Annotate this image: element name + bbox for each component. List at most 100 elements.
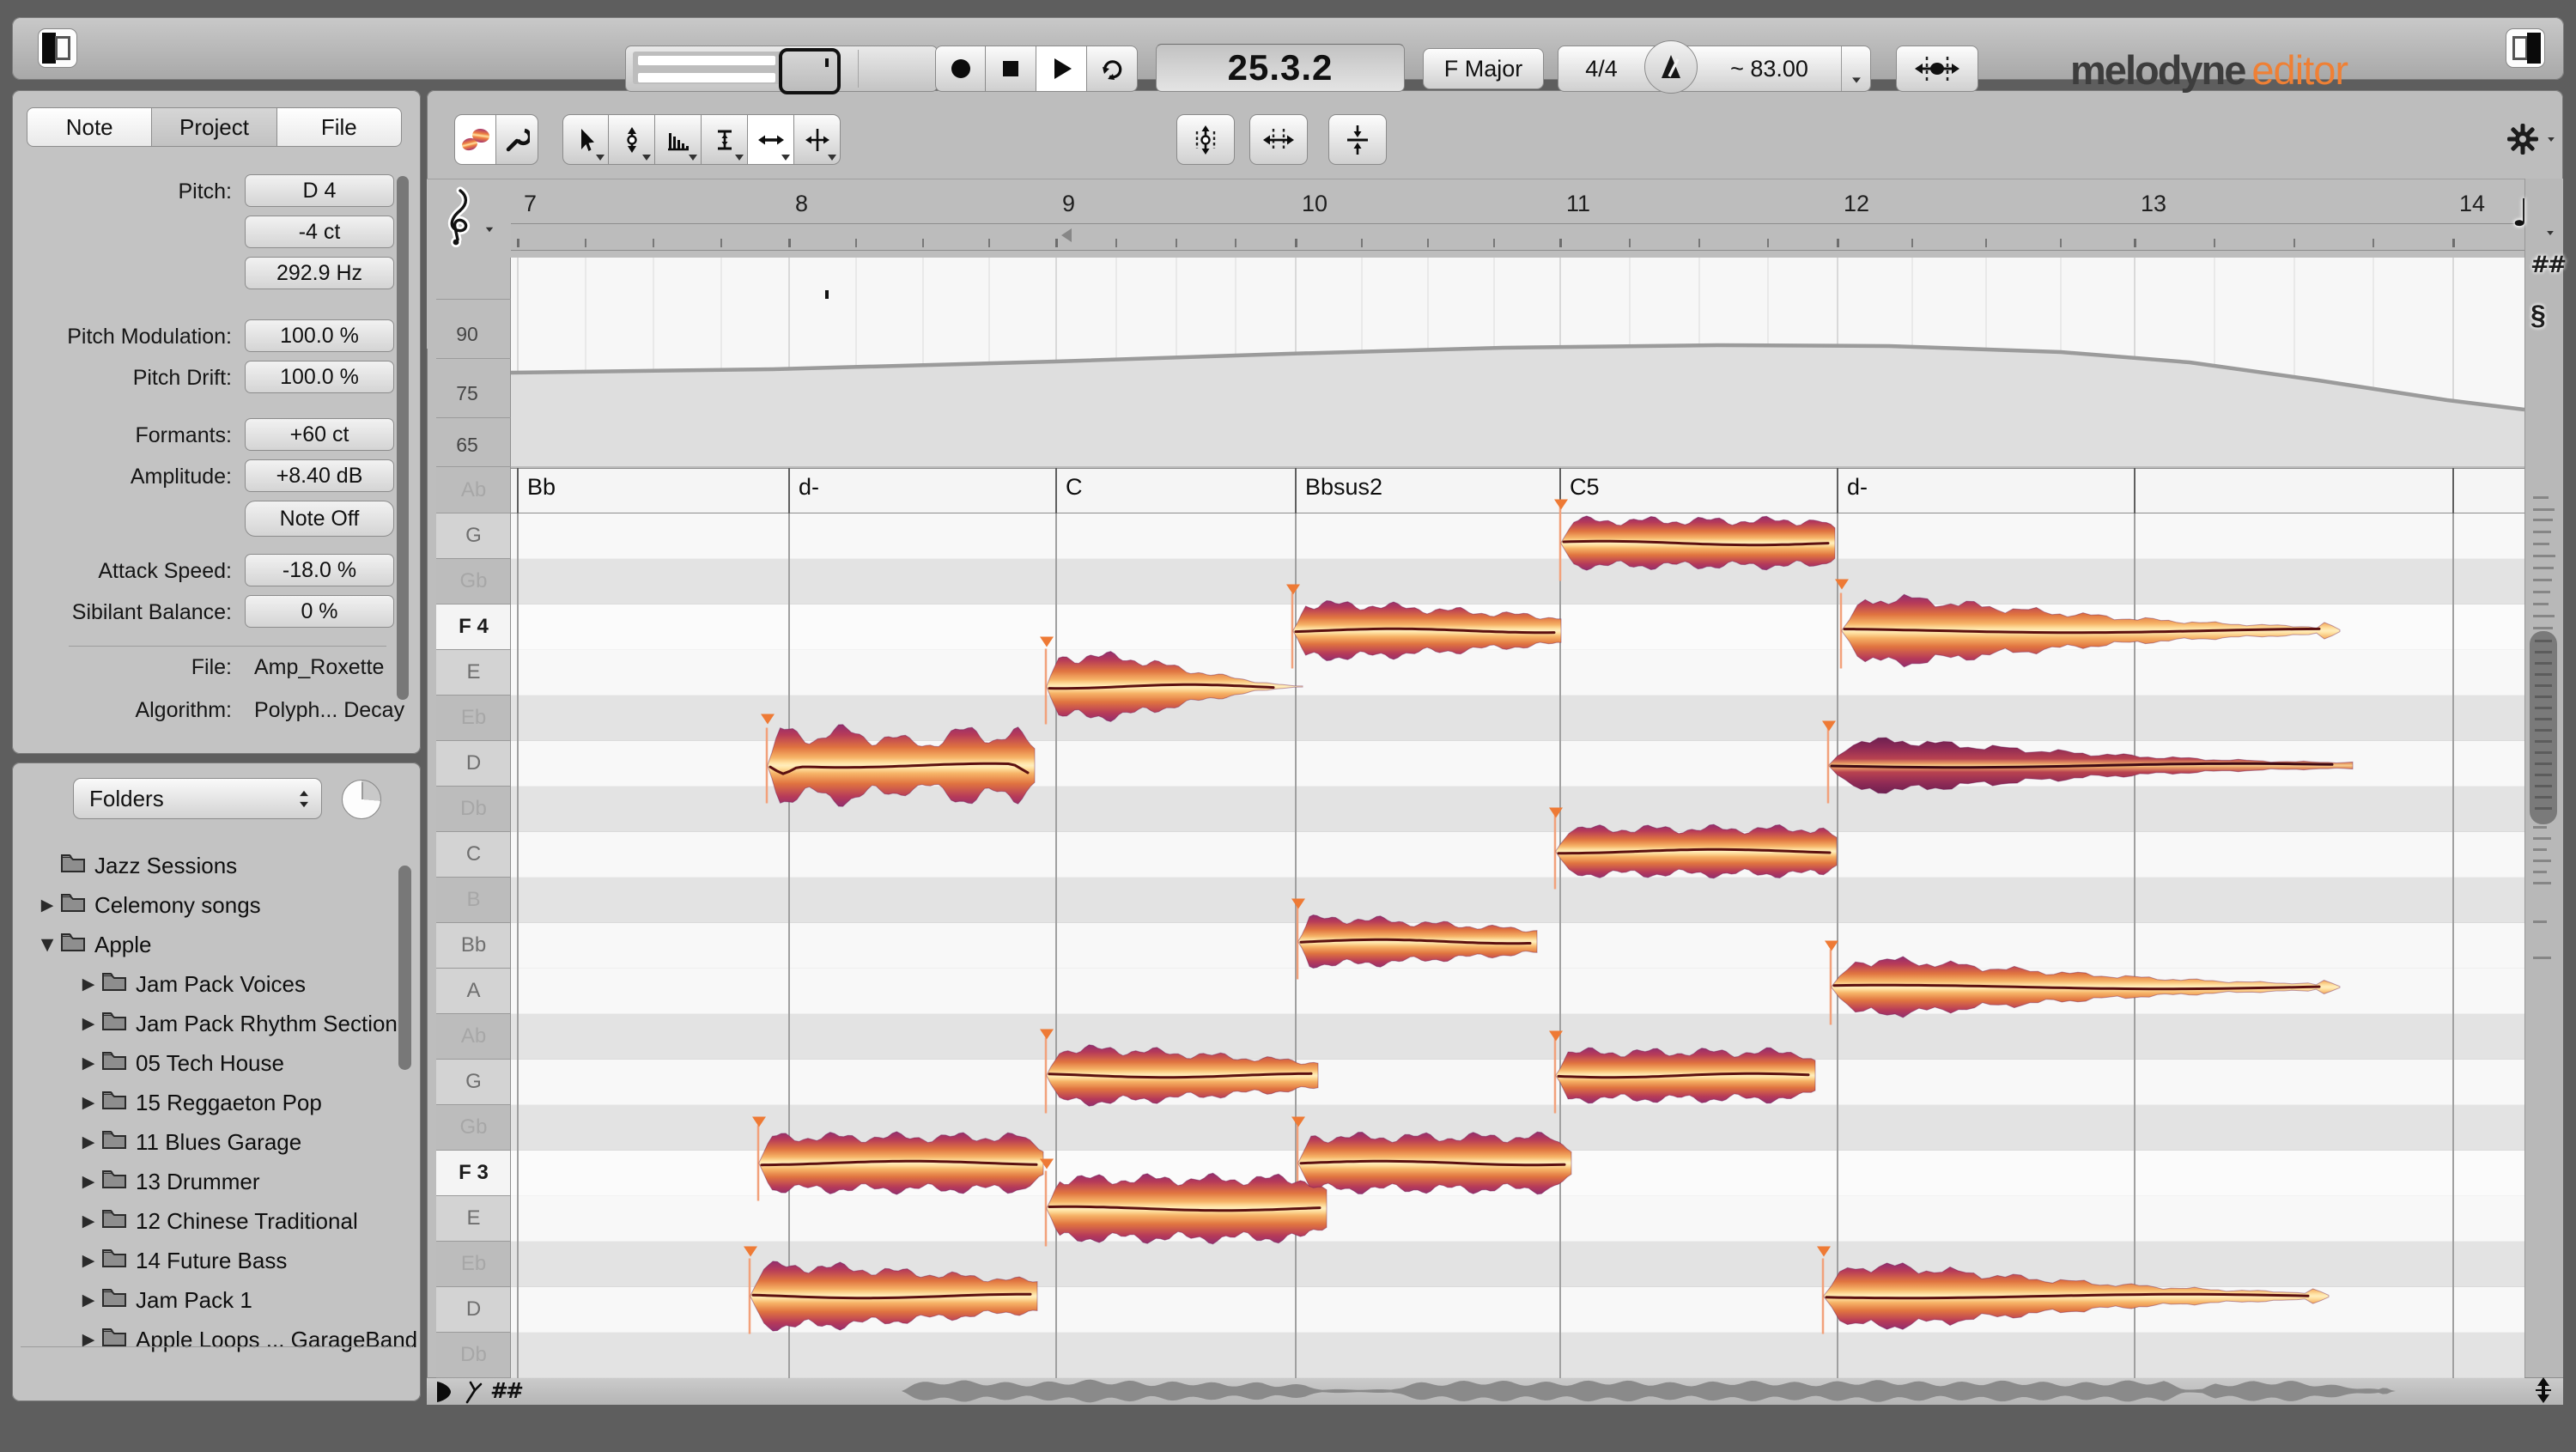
pitch-row-label-f3[interactable]: F 3	[436, 1151, 511, 1196]
tab-note[interactable]: Note	[27, 107, 153, 147]
tempo-curve[interactable]	[511, 258, 2524, 466]
disclosure-collapsed-icon[interactable]: ▶	[76, 1093, 101, 1112]
ruler-marker[interactable]	[1061, 228, 1072, 242]
note-blob[interactable]	[1549, 807, 1838, 890]
pitch-row-label-e[interactable]: E	[436, 1196, 511, 1242]
note-blob[interactable]	[1825, 940, 2341, 1025]
pitch-row-label-eb[interactable]: Eb	[436, 696, 511, 741]
inspector-scrollbar[interactable]	[397, 176, 409, 700]
disclosure-collapsed-icon[interactable]: ▶	[76, 1014, 101, 1033]
note-start-marker[interactable]	[1040, 636, 1054, 647]
time-position-display[interactable]: 25.3.2	[1156, 44, 1405, 92]
time-grid-note-icon[interactable]: ♩	[2512, 191, 2530, 235]
note-assignment-button[interactable]	[1896, 46, 1978, 92]
note-start-marker[interactable]	[1822, 720, 1836, 732]
tab-project[interactable]: Project	[152, 107, 277, 147]
pitch-row-label-ab[interactable]: Ab	[436, 1014, 511, 1060]
note-start-marker[interactable]	[1040, 1029, 1054, 1040]
note-blob[interactable]	[1291, 898, 1538, 980]
pitch-row-label-ab[interactable]: Ab	[436, 468, 511, 513]
scale-snap-icon[interactable]: §	[2530, 300, 2546, 331]
pitch-row-label-e[interactable]: E	[436, 650, 511, 696]
time-grid-dropdown-icon[interactable]	[2547, 231, 2554, 235]
tempo-dropdown[interactable]	[1841, 46, 1870, 91]
pitch-row-label-gb[interactable]: Gb	[436, 1105, 511, 1151]
note-assignment-tool-button[interactable]	[496, 114, 538, 165]
disclosure-expanded-icon[interactable]: ▼	[34, 935, 60, 954]
note-start-marker[interactable]	[1825, 940, 1838, 951]
pitch-row-label-gb[interactable]: Gb	[436, 559, 511, 604]
folder-item[interactable]: ▶ 15 Reggaeton Pop	[12, 1083, 453, 1122]
folder-item[interactable]: ▶ Jam Pack Rhythm Section	[12, 1004, 453, 1043]
folder-item[interactable]: ▶ 13 Drummer	[12, 1162, 453, 1201]
folder-item[interactable]: ▶ 05 Tech House	[12, 1043, 453, 1083]
tempo-value[interactable]: ~ 83.00	[1698, 56, 1841, 82]
note-start-marker[interactable]	[1286, 584, 1300, 595]
inspector-field-amplitude-[interactable]: +8.40 dB	[245, 459, 394, 492]
pitch-row-label-db[interactable]: Db	[436, 1333, 511, 1378]
pitch-row-label-c[interactable]: C	[436, 832, 511, 878]
disclosure-collapsed-icon[interactable]: ▶	[34, 896, 60, 914]
inspector-field-pitch-[interactable]: D 4	[245, 174, 394, 207]
note-start-marker[interactable]	[1554, 499, 1568, 510]
disclosure-collapsed-icon[interactable]: ▶	[76, 1212, 101, 1230]
vertical-zoom-icon[interactable]	[2530, 1376, 2556, 1408]
note-blob[interactable]	[1286, 584, 1562, 669]
note-start-marker[interactable]	[744, 1246, 757, 1257]
quantize-time-macro-button[interactable]	[1249, 114, 1308, 165]
toggle-right-panel-button[interactable]	[2506, 28, 2545, 68]
folder-item[interactable]: Jazz Sessions	[12, 846, 412, 885]
pitch-row-label-bb[interactable]: Bb	[436, 923, 511, 969]
disclosure-collapsed-icon[interactable]: ▶	[76, 975, 101, 993]
pitch-row-label-eb[interactable]: Eb	[436, 1242, 511, 1287]
note-blob[interactable]	[1040, 636, 1303, 725]
note-start-marker[interactable]	[1291, 898, 1305, 909]
folder-item[interactable]: ▶ 12 Chinese Traditional	[12, 1201, 453, 1241]
note-blob[interactable]	[1817, 1246, 2330, 1334]
disclosure-collapsed-icon[interactable]: ▶	[76, 1251, 101, 1270]
loop-button[interactable]	[1087, 46, 1138, 92]
time-signature[interactable]: 4/4	[1558, 56, 1644, 82]
note-blob[interactable]	[744, 1246, 1038, 1334]
pitch-row-label-b[interactable]: B	[436, 878, 511, 923]
pitch-drift-tool-button[interactable]	[702, 114, 748, 165]
pitch-row-label-a[interactable]: A	[436, 969, 511, 1014]
disk-usage-icon[interactable]	[342, 780, 381, 819]
note-start-marker[interactable]	[1835, 579, 1849, 590]
pitch-row-label-g[interactable]: G	[436, 513, 511, 559]
tempo-group[interactable]: 4/4 ~ 83.00	[1558, 40, 1871, 94]
note-blob[interactable]	[1040, 1029, 1319, 1114]
disclosure-collapsed-icon[interactable]: ▶	[76, 1133, 101, 1151]
main-tool-button[interactable]	[454, 114, 496, 165]
time-handle-tool-button[interactable]	[794, 114, 841, 165]
play-button[interactable]	[1036, 46, 1087, 92]
correct-pitch-macro-button[interactable]	[1176, 114, 1235, 165]
inspector-field-pitch-drift-[interactable]: 100.0 %	[245, 361, 394, 393]
inspector-field-292-9-hz[interactable]: 292.9 Hz	[245, 257, 394, 289]
note-blob[interactable]	[1554, 499, 1836, 581]
note-blob[interactable]	[752, 1116, 1044, 1201]
pitch-row-label-d[interactable]: D	[436, 1287, 511, 1333]
inspector-field-note-off[interactable]: Note Off	[245, 501, 394, 537]
note-blob[interactable]	[761, 714, 1036, 807]
folder-item[interactable]: ▶ Celemony songs	[12, 885, 412, 925]
note-blob[interactable]	[1291, 1116, 1572, 1201]
pitch-modulation-tool-button[interactable]	[655, 114, 702, 165]
inspector-field-sibilant-balance-[interactable]: 0 %	[245, 595, 394, 628]
timeline-overview-waveform[interactable]	[511, 1376, 2524, 1405]
folder-item[interactable]: ▼ Apple	[12, 925, 412, 964]
pitch-tool-button[interactable]	[609, 114, 655, 165]
note-blob-selected[interactable]	[1822, 720, 2354, 804]
key-signature-button[interactable]: F Major	[1423, 48, 1544, 89]
browser-filter-select[interactable]: Folders	[73, 778, 322, 819]
note-start-marker[interactable]	[1817, 1246, 1831, 1257]
inspector-field-formants-[interactable]: +60 ct	[245, 418, 394, 451]
scrub-handle[interactable]	[779, 48, 841, 299]
metronome-button[interactable]	[1644, 40, 1698, 94]
disclosure-collapsed-icon[interactable]: ▶	[76, 1172, 101, 1191]
editor-options-button[interactable]	[2506, 118, 2557, 160]
note-start-marker[interactable]	[752, 1116, 766, 1127]
note-start-marker[interactable]	[1549, 807, 1563, 818]
pointer-tool-button[interactable]	[562, 114, 609, 165]
pitch-row-label-g[interactable]: G	[436, 1060, 511, 1105]
